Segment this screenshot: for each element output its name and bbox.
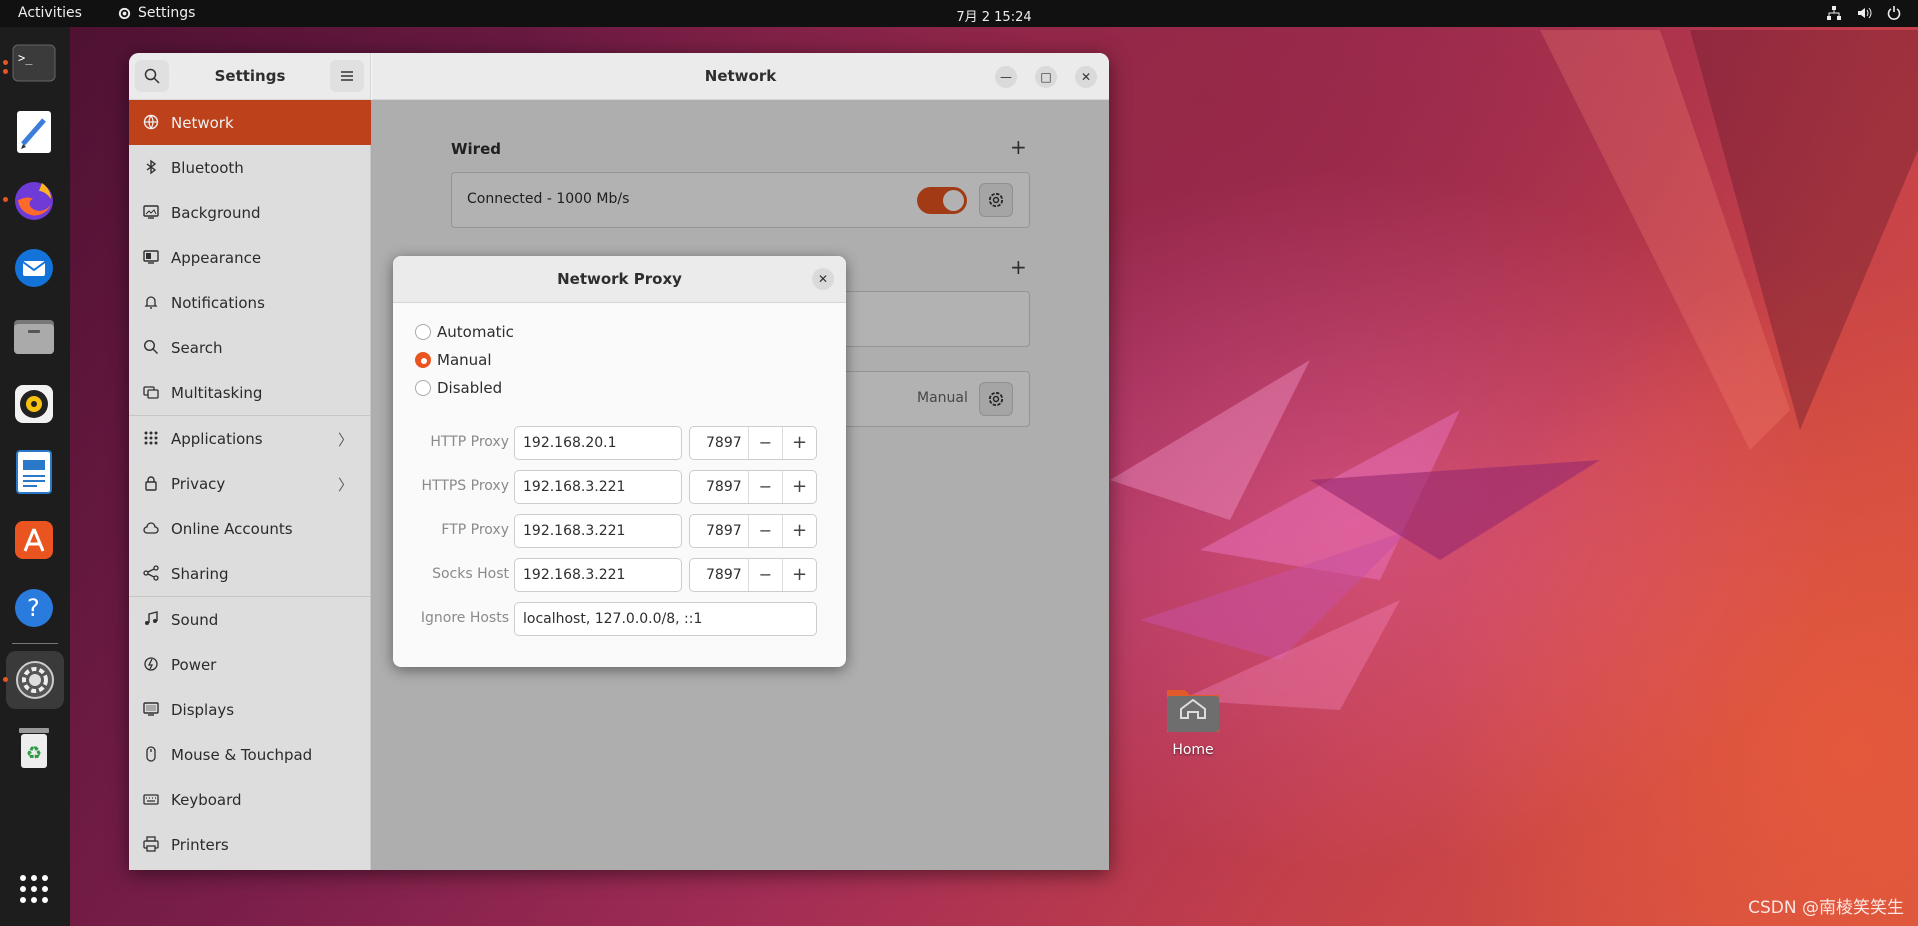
maximize-icon: □ [1040,70,1052,84]
https-proxy-label: HTTPS Proxy [421,478,509,494]
radio-button[interactable] [415,380,431,396]
show-apps-icon[interactable] [10,865,58,913]
mode-automatic[interactable]: Automatic [415,323,514,341]
menu-button[interactable] [330,60,364,92]
port-value[interactable]: 7897 [706,479,742,495]
trash-icon[interactable]: ♻ [10,724,58,772]
dialog-header: Network Proxy ✕ [393,256,846,303]
http-proxy-host-input[interactable]: 192.168.20.1 [514,426,682,460]
text-editor-icon[interactable] [10,108,58,156]
http-proxy-port-spinner[interactable]: 7897 − + [689,426,817,460]
port-value[interactable]: 7897 [706,567,742,583]
increment-button[interactable]: + [782,471,816,503]
modal-overlay-sidebar [129,100,371,870]
app-center-icon[interactable] [10,516,58,564]
firefox-icon[interactable] [10,176,58,224]
terminal-icon[interactable]: >_ [10,39,58,87]
radio-label: Manual [437,351,492,369]
hamburger-icon [341,71,353,81]
ftp-proxy-label: FTP Proxy [441,522,509,538]
svg-text:>_: >_ [18,51,33,65]
ignore-hosts-label: Ignore Hosts [420,610,509,626]
running-indicator [3,69,8,74]
increment-button[interactable]: + [782,559,816,591]
maximize-button[interactable]: □ [1035,66,1057,88]
radio-label: Disabled [437,379,503,397]
system-tray[interactable] [1826,5,1902,21]
minimize-icon: — [1000,70,1012,84]
top-bar: Activities Settings 7月 2 15:24 [0,0,1918,27]
running-indicator [3,60,8,65]
dialog-close-button[interactable]: ✕ [812,268,834,290]
decrement-button[interactable]: − [748,559,782,591]
decrement-button[interactable]: − [748,471,782,503]
running-indicator [3,677,8,682]
home-folder-icon[interactable] [1165,682,1221,734]
ftp-proxy-host-input[interactable]: 192.168.3.221 [514,514,682,548]
settings-icon[interactable] [6,651,64,709]
network-proxy-dialog: Network Proxy ✕ Automatic Manual Disable… [393,256,846,667]
socks-host-label: Socks Host [432,566,509,582]
radio-button-selected[interactable] [415,352,431,368]
mode-disabled[interactable]: Disabled [415,379,502,397]
power-icon [1887,6,1901,20]
increment-button[interactable]: + [782,427,816,459]
ignore-hosts-input[interactable]: localhost, 127.0.0.0/8, ::1 [514,602,817,636]
svg-text:?: ? [27,594,40,622]
close-icon: ✕ [817,272,829,286]
radio-button[interactable] [415,324,431,340]
socks-port-spinner[interactable]: 7897 − + [689,558,817,592]
minimize-button[interactable]: — [995,66,1017,88]
rhythmbox-icon[interactable] [10,380,58,428]
watermark: CSDN @南棱笑笑生 [1748,898,1904,918]
https-proxy-host-input[interactable]: 192.168.3.221 [514,470,682,504]
volume-icon [1858,7,1872,19]
sidebar-header: Settings [129,53,371,100]
decrement-button[interactable]: − [748,515,782,547]
dock-separator [12,643,58,644]
clock[interactable]: 7月 2 15:24 [0,6,1918,25]
mode-manual[interactable]: Manual [415,351,492,369]
socks-host-input[interactable]: 192.168.3.221 [514,558,682,592]
increment-button[interactable]: + [782,515,816,547]
port-value[interactable]: 7897 [706,523,742,539]
writer-icon[interactable] [10,448,58,496]
http-proxy-label: HTTP Proxy [430,434,509,450]
https-proxy-port-spinner[interactable]: 7897 − + [689,470,817,504]
svg-text:♻: ♻ [26,743,42,764]
port-value[interactable]: 7897 [706,435,742,451]
home-folder-label: Home [1172,742,1214,758]
network-wired-icon [1827,6,1841,20]
help-icon[interactable]: ? [10,584,58,632]
radio-label: Automatic [437,323,514,341]
close-button[interactable]: ✕ [1075,66,1097,88]
wallpaper-light-ray [1540,30,1918,450]
thunderbird-icon[interactable] [10,244,58,292]
close-icon: ✕ [1080,70,1092,84]
dock: >_ ? ♻ [0,27,70,926]
running-indicator [3,197,8,202]
decrement-button[interactable]: − [748,427,782,459]
files-icon[interactable] [10,312,58,360]
content-header: Network — □ ✕ [372,53,1109,100]
ftp-proxy-port-spinner[interactable]: 7897 − + [689,514,817,548]
dialog-title: Network Proxy [557,270,682,288]
